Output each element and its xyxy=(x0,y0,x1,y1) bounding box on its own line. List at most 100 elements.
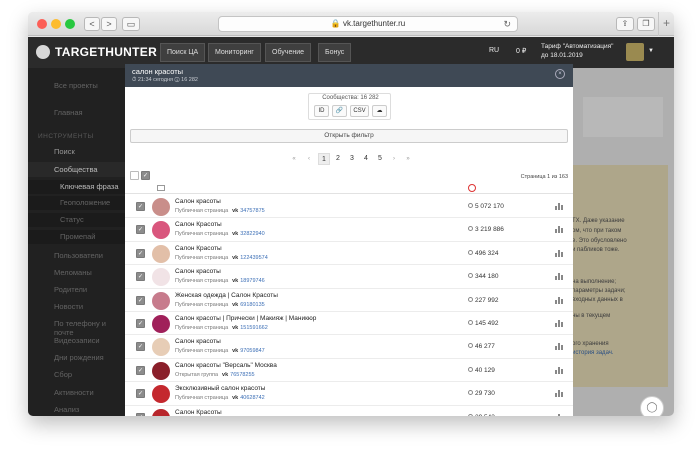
community-avatar[interactable] xyxy=(152,268,170,287)
new-tab-button[interactable]: + xyxy=(658,12,674,36)
user-avatar[interactable] xyxy=(626,43,644,61)
topmenu-item[interactable]: Бонус xyxy=(318,43,352,62)
community-id-link[interactable]: 97059847 xyxy=(240,348,264,354)
row-checkbox[interactable]: ✓ xyxy=(136,225,145,235)
community-name[interactable]: Эксклюзивный салон красоты xyxy=(175,385,265,392)
forward-button[interactable]: > xyxy=(101,17,117,31)
topmenu-item[interactable]: Поиск ЦА xyxy=(160,43,206,62)
open-filter-button[interactable]: Открыть фильтр xyxy=(130,129,568,143)
community-id-link[interactable]: 76578255 xyxy=(230,372,254,378)
row-checkbox[interactable]: ✓ xyxy=(136,365,145,375)
pagination-prev[interactable]: ‹ xyxy=(303,153,315,165)
export-cloud-button[interactable]: ☁ xyxy=(372,105,387,117)
community-avatar[interactable] xyxy=(152,315,170,333)
community-avatar[interactable] xyxy=(152,361,170,380)
community-name[interactable]: Женская одежда | Салон Красоты xyxy=(175,292,278,299)
community-id-link[interactable]: 34757875 xyxy=(240,208,264,214)
row-checkbox[interactable]: ✓ xyxy=(136,389,145,399)
community-name[interactable]: Салон красоты | Прически | Макияж | Мани… xyxy=(175,315,316,322)
table-row[interactable]: ✓Салон КрасотыОткрытая группаvk416980552… xyxy=(125,406,573,416)
community-name[interactable]: Салон красоты xyxy=(175,198,221,205)
address-bar[interactable]: 🔒 vk.targethunter.ru ↻ xyxy=(218,16,518,32)
table-row[interactable]: ✓ Салон красоты Публичная страница vk 189797… xyxy=(125,265,573,289)
row-checkbox[interactable]: ✓ xyxy=(136,272,145,282)
stats-chart-icon[interactable] xyxy=(555,273,563,281)
community-avatar[interactable] xyxy=(152,221,170,240)
community-name[interactable]: Салон Красоты xyxy=(175,221,222,228)
select-none-checkbox[interactable] xyxy=(130,171,139,180)
community-avatar[interactable] xyxy=(152,385,170,404)
export-link-button[interactable]: 🔗 xyxy=(332,105,347,117)
community-id-link[interactable]: 18979746 xyxy=(240,278,264,284)
row-checkbox[interactable]: ✓ xyxy=(136,342,145,352)
topmenu-item[interactable]: Мониторинг xyxy=(208,43,261,62)
community-avatar[interactable] xyxy=(152,244,170,263)
table-row[interactable]: ✓ Салон красоты "Версаль" Москва Открытая … xyxy=(125,359,573,383)
row-checkbox[interactable]: ✓ xyxy=(136,248,145,258)
community-name[interactable]: Салон красоты "Версаль" Москва xyxy=(175,362,277,369)
pagination-last[interactable]: » xyxy=(402,153,414,165)
stats-chart-icon[interactable] xyxy=(555,320,563,327)
chat-icon[interactable]: ◯ xyxy=(640,396,664,416)
table-row[interactable]: ✓ Салон красоты Публичная страница vk 970598… xyxy=(125,335,573,359)
community-id-link[interactable]: 69180135 xyxy=(240,302,264,308)
table-row[interactable]: ✓ Салон Красоты Публичная страница vk 122439… xyxy=(125,242,573,266)
community-avatar[interactable] xyxy=(152,408,170,416)
app-logo[interactable]: TARGETHUNTER xyxy=(36,45,157,59)
language-switch[interactable]: RU xyxy=(489,47,499,54)
pagination-first[interactable]: « xyxy=(288,153,300,165)
row-checkbox[interactable]: ✓ xyxy=(136,319,145,328)
export-csv-button[interactable]: CSV xyxy=(350,105,369,117)
row-checkbox[interactable]: ✓ xyxy=(136,295,145,305)
community-avatar[interactable] xyxy=(152,198,170,216)
minimize-window-button[interactable] xyxy=(51,19,61,29)
table-row[interactable]: ✓ Салон красоты | Прически | Макияж | Ман… xyxy=(125,312,573,336)
close-icon[interactable]: × xyxy=(555,69,565,79)
community-avatar[interactable] xyxy=(152,291,170,310)
pagination-page[interactable]: 5 xyxy=(374,153,386,165)
stats-chart-icon[interactable] xyxy=(555,390,563,398)
export-title: Сообщества: 16 282 xyxy=(322,95,379,101)
tabs-overview-icon[interactable]: ❐ xyxy=(637,17,655,31)
back-button[interactable]: < xyxy=(84,17,100,31)
share-icon[interactable]: ⇪ xyxy=(616,17,634,31)
stats-chart-icon[interactable] xyxy=(555,413,563,416)
community-id-link[interactable]: 40628742 xyxy=(240,395,264,401)
community-name[interactable]: Салон красоты xyxy=(175,268,221,275)
stats-chart-icon[interactable] xyxy=(555,249,563,257)
table-row[interactable]: ✓ Женская одежда | Салон Красоты Публичная… xyxy=(125,289,573,312)
export-id-button[interactable]: ID xyxy=(314,105,329,117)
stats-chart-icon[interactable] xyxy=(555,226,563,234)
community-id-link[interactable]: 32822940 xyxy=(240,231,264,237)
row-checkbox[interactable]: ✓ xyxy=(136,412,145,416)
reload-icon[interactable]: ↻ xyxy=(503,17,511,31)
chevron-down-icon[interactable]: ▼ xyxy=(648,48,654,54)
community-id-link[interactable]: 151591662 xyxy=(240,325,268,331)
stats-chart-icon[interactable] xyxy=(555,203,563,210)
select-all-checkbox[interactable]: ✓ xyxy=(141,171,150,180)
stats-chart-icon[interactable] xyxy=(555,366,563,374)
members-sort-icon[interactable] xyxy=(468,184,476,192)
pagination-page[interactable]: 2 xyxy=(332,153,344,165)
community-name[interactable]: Салон Красоты xyxy=(175,409,222,416)
pagination-page[interactable]: 4 xyxy=(360,153,372,165)
tariff-info[interactable]: Тариф "Автоматизация" до 18.01.2019 xyxy=(541,42,614,60)
stats-chart-icon[interactable] xyxy=(555,343,563,351)
community-name[interactable]: Салон Красоты xyxy=(175,245,222,252)
pagination-page[interactable]: 1 xyxy=(318,153,330,165)
pagination-next[interactable]: › xyxy=(388,153,400,165)
community-id-link[interactable]: 122439574 xyxy=(240,255,268,261)
sidebar-toggle-icon[interactable]: ▭ xyxy=(122,17,140,31)
stats-chart-icon[interactable] xyxy=(555,296,563,304)
table-row[interactable]: ✓ Салон Красоты Публичная страница vk 328229… xyxy=(125,218,573,242)
row-checkbox[interactable]: ✓ xyxy=(136,202,145,211)
zoom-window-button[interactable] xyxy=(65,19,75,29)
balance-value[interactable]: 0 ₽ xyxy=(516,47,526,55)
table-row[interactable]: ✓ Эксклюзивный салон красоты Публичная стр… xyxy=(125,382,573,406)
pagination-page[interactable]: 3 xyxy=(346,153,358,165)
topmenu-item[interactable]: Обучение xyxy=(265,43,312,62)
table-row[interactable]: ✓ Салон красоты Публичная страница vk 347578… xyxy=(125,195,573,219)
close-window-button[interactable] xyxy=(37,19,47,29)
community-avatar[interactable] xyxy=(152,338,170,357)
community-name[interactable]: Салон красоты xyxy=(175,338,221,345)
